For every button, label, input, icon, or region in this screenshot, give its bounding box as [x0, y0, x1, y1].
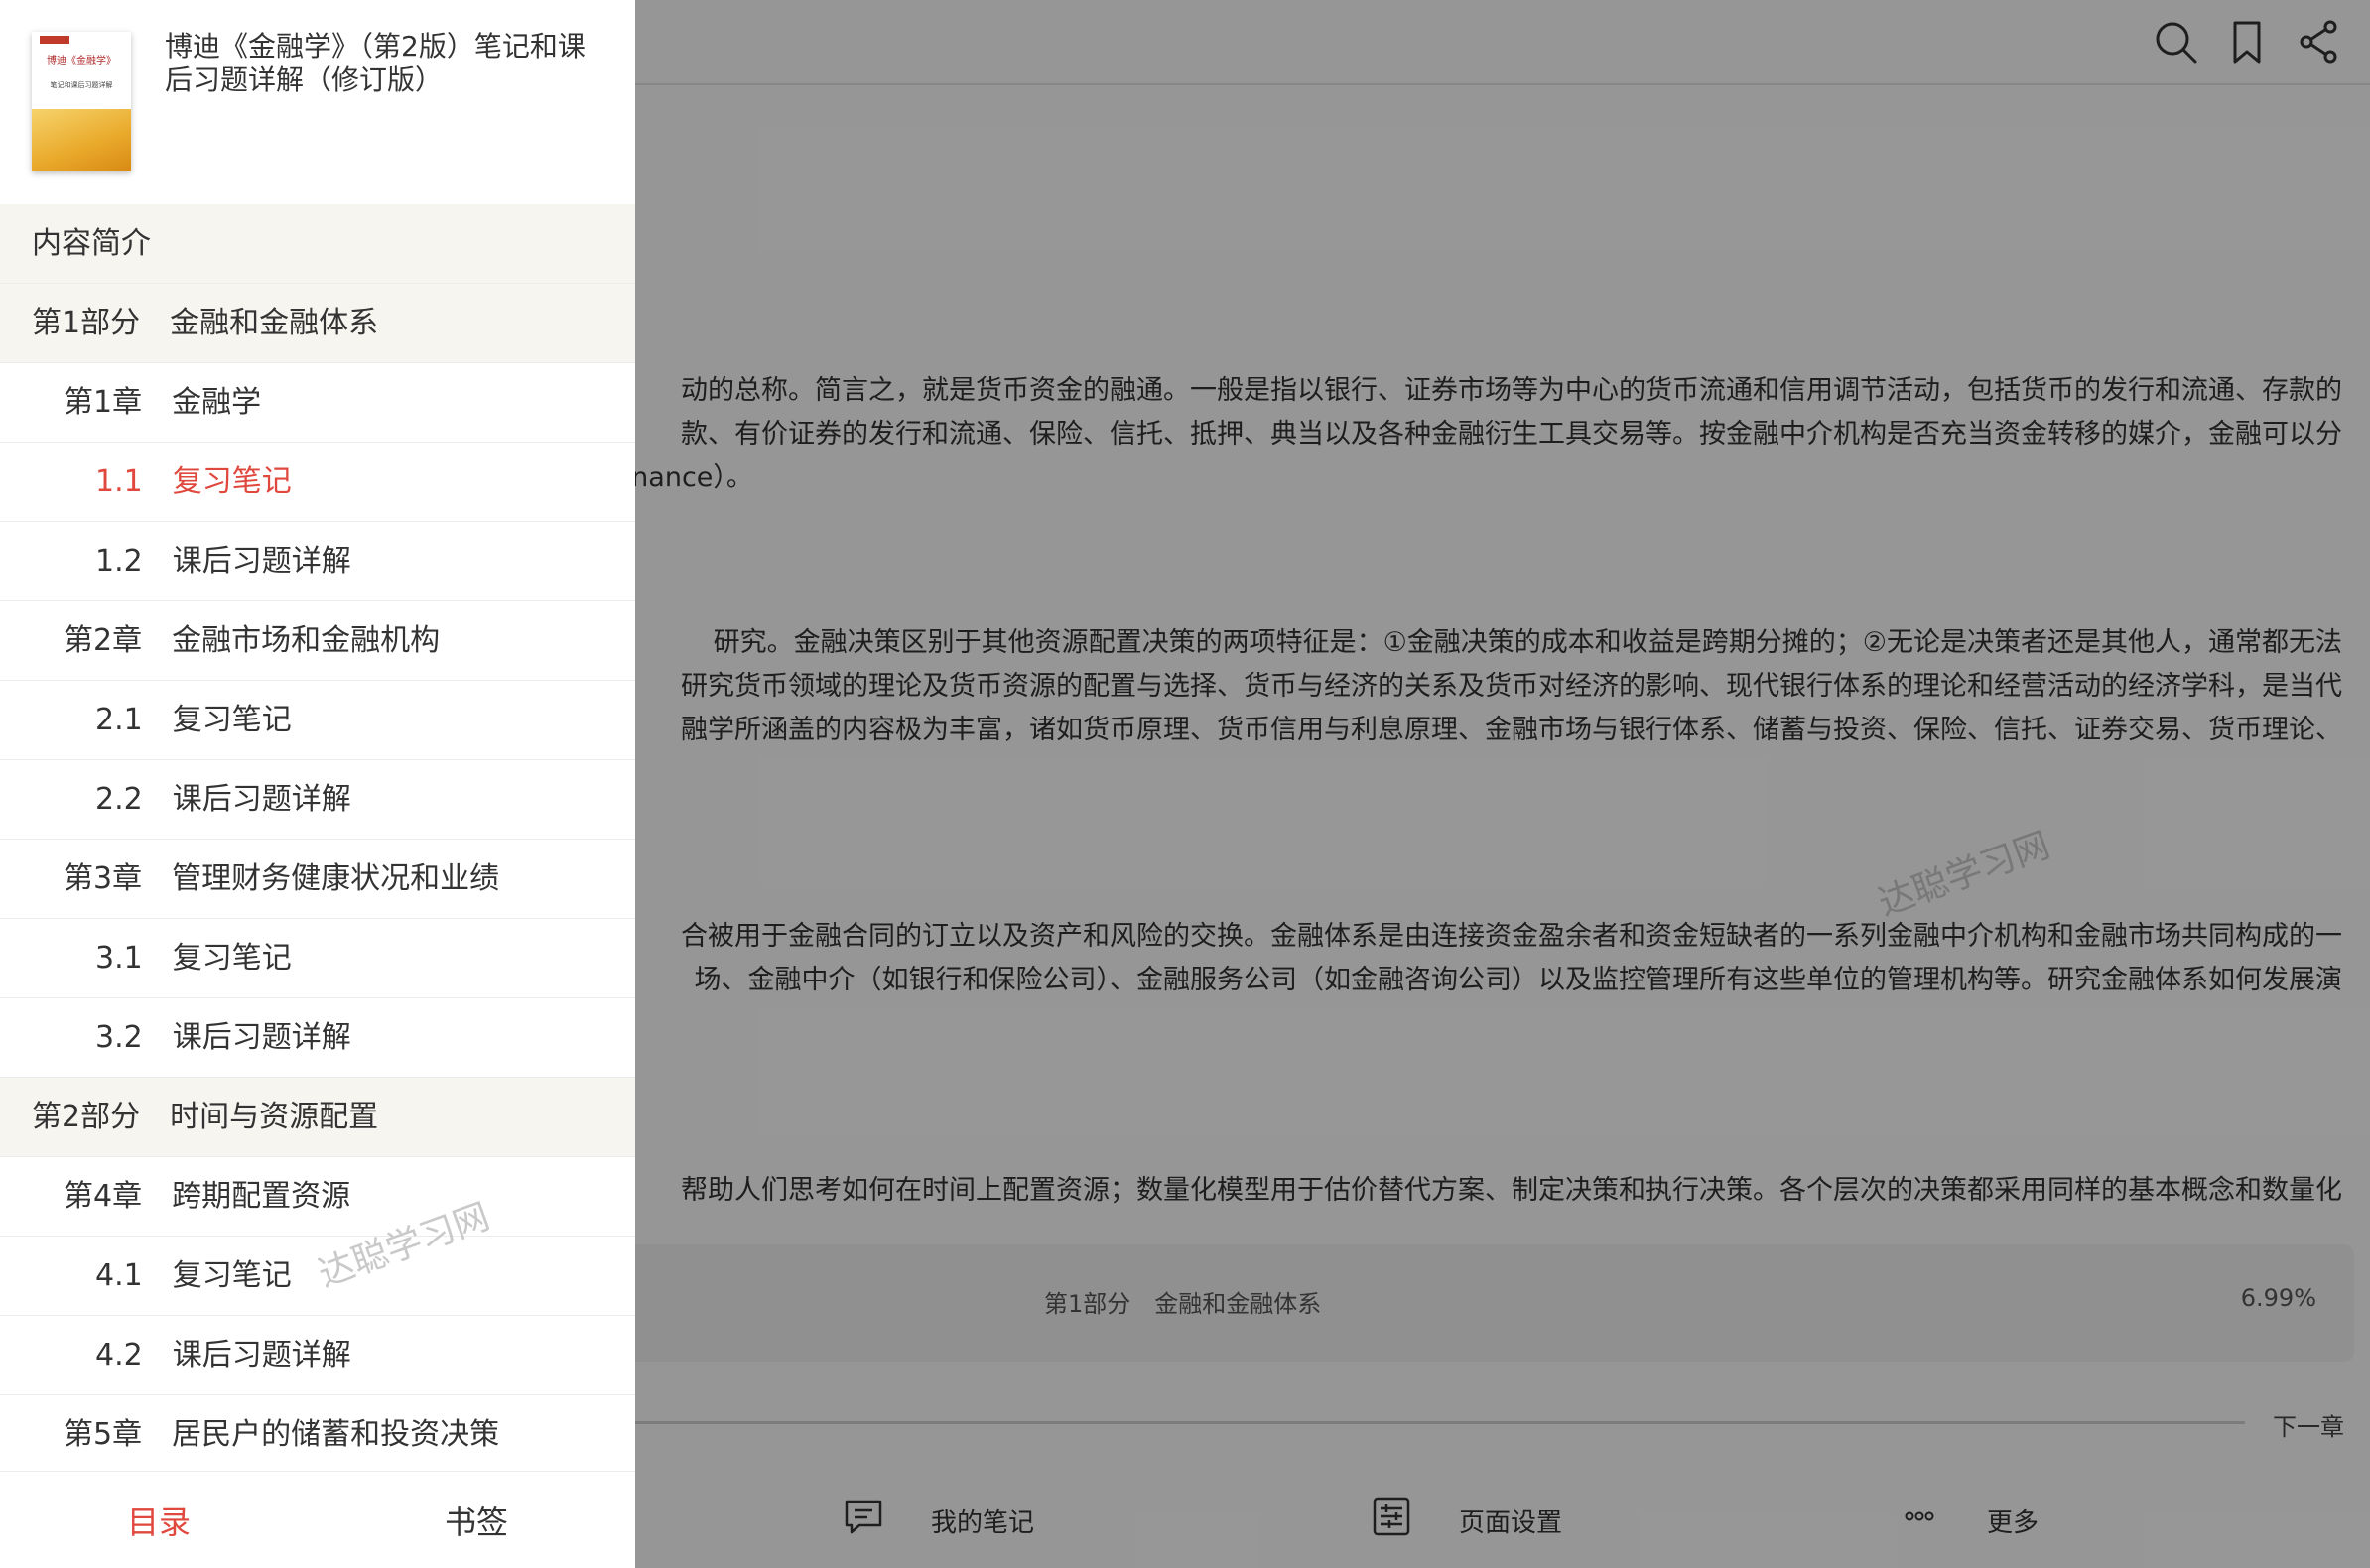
- cover-subtitle: 笔记和课后习题详解: [50, 81, 113, 89]
- toc-item[interactable]: 第1部分 金融和金融体系: [0, 284, 635, 363]
- toc-item[interactable]: 3.1 复习笔记: [0, 919, 635, 998]
- drawer-tab-bar: 目录 书签: [0, 1471, 635, 1568]
- toc-item[interactable]: 第4章 跨期配置资源: [0, 1157, 635, 1237]
- toc-item[interactable]: 第5章 居民户的储蓄和投资决策: [0, 1395, 635, 1475]
- toc-item[interactable]: 3.2 课后习题详解: [0, 998, 635, 1078]
- toc-item[interactable]: 第2章 金融市场和金融机构: [0, 601, 635, 681]
- book-header: 博迪《金融学》 笔记和课后习题详解 博迪《金融学》（第2版）笔记和课后习题详解（…: [0, 0, 635, 204]
- toc-drawer: 博迪《金融学》 笔记和课后习题详解 博迪《金融学》（第2版）笔记和课后习题详解（…: [0, 0, 635, 1568]
- toc-item[interactable]: 2.2 课后习题详解: [0, 760, 635, 840]
- toc-item[interactable]: 内容简介: [0, 204, 635, 284]
- publisher-logo: [40, 36, 69, 44]
- book-cover: 博迪《金融学》 笔记和课后习题详解: [32, 32, 131, 171]
- toc-item[interactable]: 第2部分 时间与资源配置: [0, 1078, 635, 1157]
- dim-overlay[interactable]: [635, 0, 2370, 1568]
- toc-item[interactable]: 第1章 金融学: [0, 363, 635, 443]
- book-title: 博迪《金融学》（第2版）笔记和课后习题详解（修订版）: [165, 30, 586, 96]
- toc-list: 内容简介 第1部分 金融和金融体系 第1章 金融学 1.1 复习笔记 1.2 课后习题详…: [0, 204, 635, 1475]
- toc-item[interactable]: 2.1 复习笔记: [0, 681, 635, 760]
- tab-contents[interactable]: 目录: [127, 1498, 191, 1543]
- toc-item[interactable]: 第3章 管理财务健康状况和业绩: [0, 840, 635, 919]
- toc-item[interactable]: 4.2 课后习题详解: [0, 1316, 635, 1395]
- tab-bookmarks[interactable]: 书签: [445, 1498, 508, 1543]
- cover-wave: [32, 109, 131, 171]
- toc-item[interactable]: 1.2 课后习题详解: [0, 522, 635, 601]
- cover-title: 博迪《金融学》: [47, 56, 116, 66]
- toc-item[interactable]: 1.1 复习笔记: [0, 443, 635, 522]
